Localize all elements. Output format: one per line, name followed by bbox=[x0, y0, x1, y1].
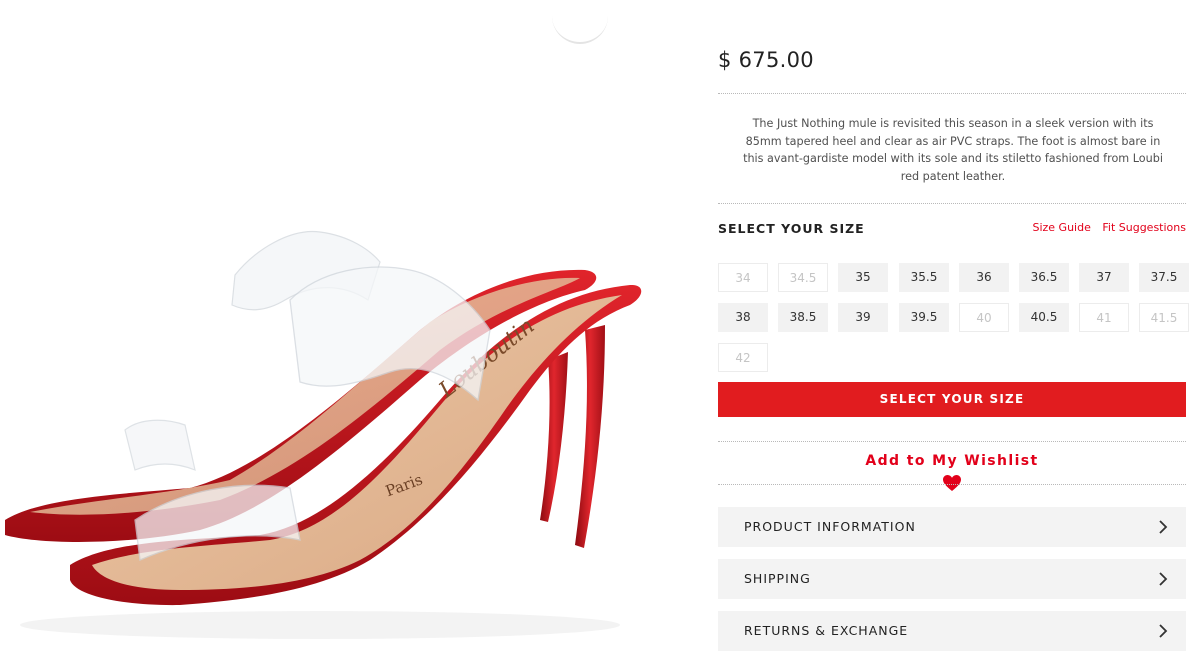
divider bbox=[718, 93, 1186, 94]
shoe-illustration: Louboutin Paris bbox=[5, 230, 642, 639]
size-option[interactable]: 40.5 bbox=[1019, 303, 1069, 332]
accordion-returns-exchange[interactable]: RETURNS & EXCHANGE bbox=[718, 611, 1186, 651]
size-option[interactable]: 36 bbox=[959, 263, 1009, 292]
size-option[interactable]: 37 bbox=[1079, 263, 1129, 292]
size-option[interactable]: 35.5 bbox=[899, 263, 949, 292]
divider bbox=[718, 203, 1186, 204]
accordion-product-information[interactable]: PRODUCT INFORMATION bbox=[718, 507, 1186, 547]
chevron-right-icon bbox=[1159, 572, 1168, 586]
heart-icon[interactable] bbox=[942, 474, 962, 492]
size-option[interactable]: 39.5 bbox=[899, 303, 949, 332]
accordion-shipping[interactable]: SHIPPING bbox=[718, 559, 1186, 599]
divider bbox=[718, 441, 1186, 442]
size-heading: SELECT YOUR SIZE bbox=[718, 221, 865, 236]
size-option[interactable]: 38.5 bbox=[778, 303, 828, 332]
select-size-button[interactable]: SELECT YOUR SIZE bbox=[718, 382, 1186, 417]
product-image: Louboutin Paris bbox=[0, 0, 700, 667]
fit-suggestions-link[interactable]: Fit Suggestions bbox=[1102, 221, 1186, 234]
product-price: $ 675.00 bbox=[718, 48, 814, 72]
size-option[interactable]: 40 bbox=[959, 303, 1009, 332]
chevron-right-icon bbox=[1159, 624, 1168, 638]
size-option[interactable]: 38 bbox=[718, 303, 768, 332]
size-option[interactable]: 34 bbox=[718, 263, 768, 292]
size-guide-link[interactable]: Size Guide bbox=[1032, 221, 1090, 234]
size-option[interactable]: 41 bbox=[1079, 303, 1129, 332]
product-description: The Just Nothing mule is revisited this … bbox=[743, 117, 1163, 183]
size-option[interactable]: 42 bbox=[718, 343, 768, 372]
chevron-right-icon bbox=[1159, 520, 1168, 534]
size-option[interactable]: 36.5 bbox=[1019, 263, 1069, 292]
size-option[interactable]: 35 bbox=[838, 263, 888, 292]
accordion-label: PRODUCT INFORMATION bbox=[744, 519, 916, 534]
product-info-panel: $ 675.00 The Just Nothing mule is revisi… bbox=[718, 0, 1189, 667]
size-option[interactable]: 37.5 bbox=[1139, 263, 1189, 292]
size-option[interactable]: 34.5 bbox=[778, 263, 828, 292]
accordion-label: SHIPPING bbox=[744, 571, 811, 586]
size-links: Size Guide Fit Suggestions bbox=[1024, 221, 1186, 234]
accordion-label: RETURNS & EXCHANGE bbox=[744, 623, 909, 638]
divider bbox=[718, 484, 1186, 485]
size-option[interactable]: 41.5 bbox=[1139, 303, 1189, 332]
size-option[interactable]: 39 bbox=[838, 303, 888, 332]
add-to-wishlist-link[interactable]: Add to My Wishlist bbox=[718, 453, 1186, 469]
